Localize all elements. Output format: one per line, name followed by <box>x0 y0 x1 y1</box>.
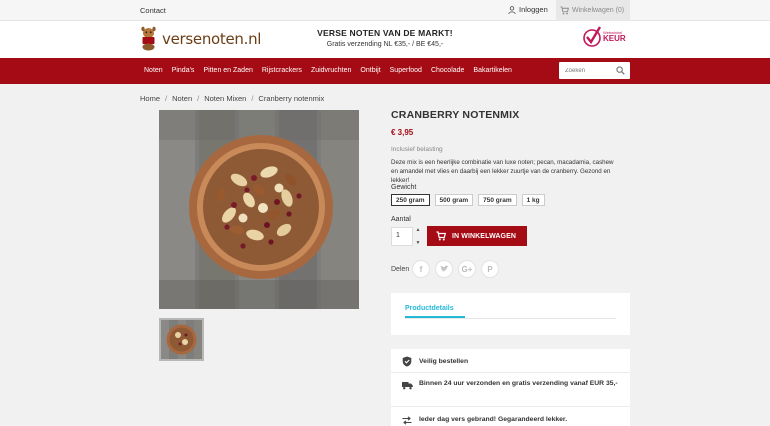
nav-item-superfood[interactable]: Superfood <box>390 67 422 74</box>
promo-title: VERSE NOTEN VAN DE MARKT! <box>317 28 453 38</box>
add-to-cart-label: IN WINKELWAGEN <box>452 232 517 240</box>
share-buttons: f G+ P <box>412 260 499 278</box>
keur-check-icon <box>583 26 602 47</box>
site-logo[interactable]: versenoten.nl <box>140 26 261 51</box>
main-nav: Noten Pinda's Pitten en Zaden Rijstcrack… <box>0 58 770 84</box>
nav-item-pindas[interactable]: Pinda's <box>172 67 195 74</box>
add-to-cart-button[interactable]: IN WINKELWAGEN <box>427 226 527 246</box>
weight-label: Gewicht <box>391 184 417 191</box>
search-icon[interactable] <box>616 66 625 75</box>
google-plus-icon[interactable]: G+ <box>458 260 476 278</box>
share-label: Delen <box>391 266 410 273</box>
cart-icon <box>560 6 569 15</box>
swap-arrows-icon <box>402 416 412 425</box>
reassurance-text: Binnen 24 uur verzonden en gratis verzen… <box>419 380 618 387</box>
cart-icon <box>436 231 446 241</box>
quantity-input[interactable]: 1 <box>391 227 413 246</box>
product-description: Deze mix is een heerlijke combinatie van… <box>391 159 614 184</box>
breadcrumb-separator: / <box>197 94 200 103</box>
variant-750-gram[interactable]: 750 gram <box>478 194 517 206</box>
nav-item-rijstcrackers[interactable]: Rijstcrackers <box>262 67 302 74</box>
reassurance-item: Binnen 24 uur verzonden en gratis verzen… <box>391 373 630 407</box>
search-input[interactable] <box>565 65 613 76</box>
variant-500-gram[interactable]: 500 gram <box>434 194 474 206</box>
promo-banner: VERSE NOTEN VAN DE MARKT! Gratis verzend… <box>300 28 470 48</box>
nav-item-pitten-en-zaden[interactable]: Pitten en Zaden <box>203 67 252 74</box>
chevron-down-icon[interactable]: ▼ <box>416 240 421 246</box>
login-link[interactable]: Inloggen <box>508 5 548 14</box>
tab-active-indicator <box>405 316 465 318</box>
reassurance-text: Ieder dag vers gebrand! Gegarandeerd lek… <box>419 416 568 423</box>
variant-1-kg[interactable]: 1 kg <box>521 194 545 206</box>
breadcrumb-noten[interactable]: Noten <box>172 94 192 103</box>
search-box <box>559 62 630 79</box>
webwinkel-keur-badge[interactable]: Webwinkel KEUR <box>582 25 626 49</box>
squirrel-logo-icon <box>141 26 156 51</box>
nav-item-ontbijt[interactable]: Ontbijt <box>360 67 380 74</box>
tax-label: Inclusief belasting <box>391 146 443 153</box>
breadcrumb: Home / Noten / Noten Mixen / Cranberry n… <box>140 94 324 103</box>
breadcrumb-current: Cranberry notenmix <box>258 94 325 103</box>
chevron-up-icon[interactable]: ▲ <box>416 227 421 233</box>
variant-250-gram[interactable]: 250 gram <box>391 194 430 206</box>
breadcrumb-home[interactable]: Home <box>140 94 160 103</box>
nav-item-chocolade[interactable]: Chocolade <box>431 67 464 74</box>
facebook-icon[interactable]: f <box>412 260 430 278</box>
truck-icon <box>402 382 413 390</box>
breadcrumb-separator: / <box>251 94 254 103</box>
reassurance-text: Veilig bestellen <box>419 358 469 365</box>
product-image[interactable] <box>159 110 359 309</box>
breadcrumb-separator: / <box>165 94 168 103</box>
product-title: CRANBERRY NOTENMIX <box>391 109 520 121</box>
site-header: versenoten.nl VERSE NOTEN VAN DE MARKT! … <box>0 21 770 58</box>
contact-link[interactable]: Contact <box>140 6 166 15</box>
product-tabs: Productdetails <box>391 293 630 335</box>
shield-check-icon <box>402 356 412 367</box>
tab-divider <box>405 318 616 319</box>
quantity-label: Aantal <box>391 216 411 223</box>
cart-button[interactable]: Winkelwagen (0) <box>556 0 630 21</box>
nav-item-bakartikelen[interactable]: Bakartikelen <box>473 67 512 74</box>
nav-item-noten[interactable]: Noten <box>144 67 163 74</box>
logo-text: versenoten.nl <box>162 29 262 48</box>
weight-options: 250 gram 500 gram 750 gram 1 kg <box>391 194 545 206</box>
pinterest-icon[interactable]: P <box>481 260 499 278</box>
product-thumbnail[interactable] <box>159 318 204 361</box>
promo-subtitle: Gratis verzending NL €35,- / BE €45,- <box>326 41 444 48</box>
user-icon <box>508 5 516 14</box>
twitter-icon[interactable] <box>435 260 453 278</box>
tab-productdetails[interactable]: Productdetails <box>405 305 454 312</box>
cart-label: Winkelwagen (0) <box>572 7 625 14</box>
reassurance-item: Veilig bestellen <box>391 349 630 373</box>
reassurance-item: Ieder dag vers gebrand! Gegarandeerd lek… <box>391 407 630 426</box>
category-menu: Noten Pinda's Pitten en Zaden Rijstcrack… <box>144 67 512 74</box>
breadcrumb-noten-mixen[interactable]: Noten Mixen <box>204 94 246 103</box>
nav-item-zuidvruchten[interactable]: Zuidvruchten <box>311 67 351 74</box>
top-bar: Contact Inloggen Winkelwagen (0) <box>0 0 770 21</box>
login-label: Inloggen <box>519 5 548 14</box>
keur-big-text: KEUR <box>603 34 626 43</box>
quantity-stepper: ▲ ▼ <box>413 227 423 246</box>
reassurance-block: Veilig bestellen Binnen 24 uur verzonden… <box>391 349 630 426</box>
product-price: € 3,95 <box>391 128 414 137</box>
